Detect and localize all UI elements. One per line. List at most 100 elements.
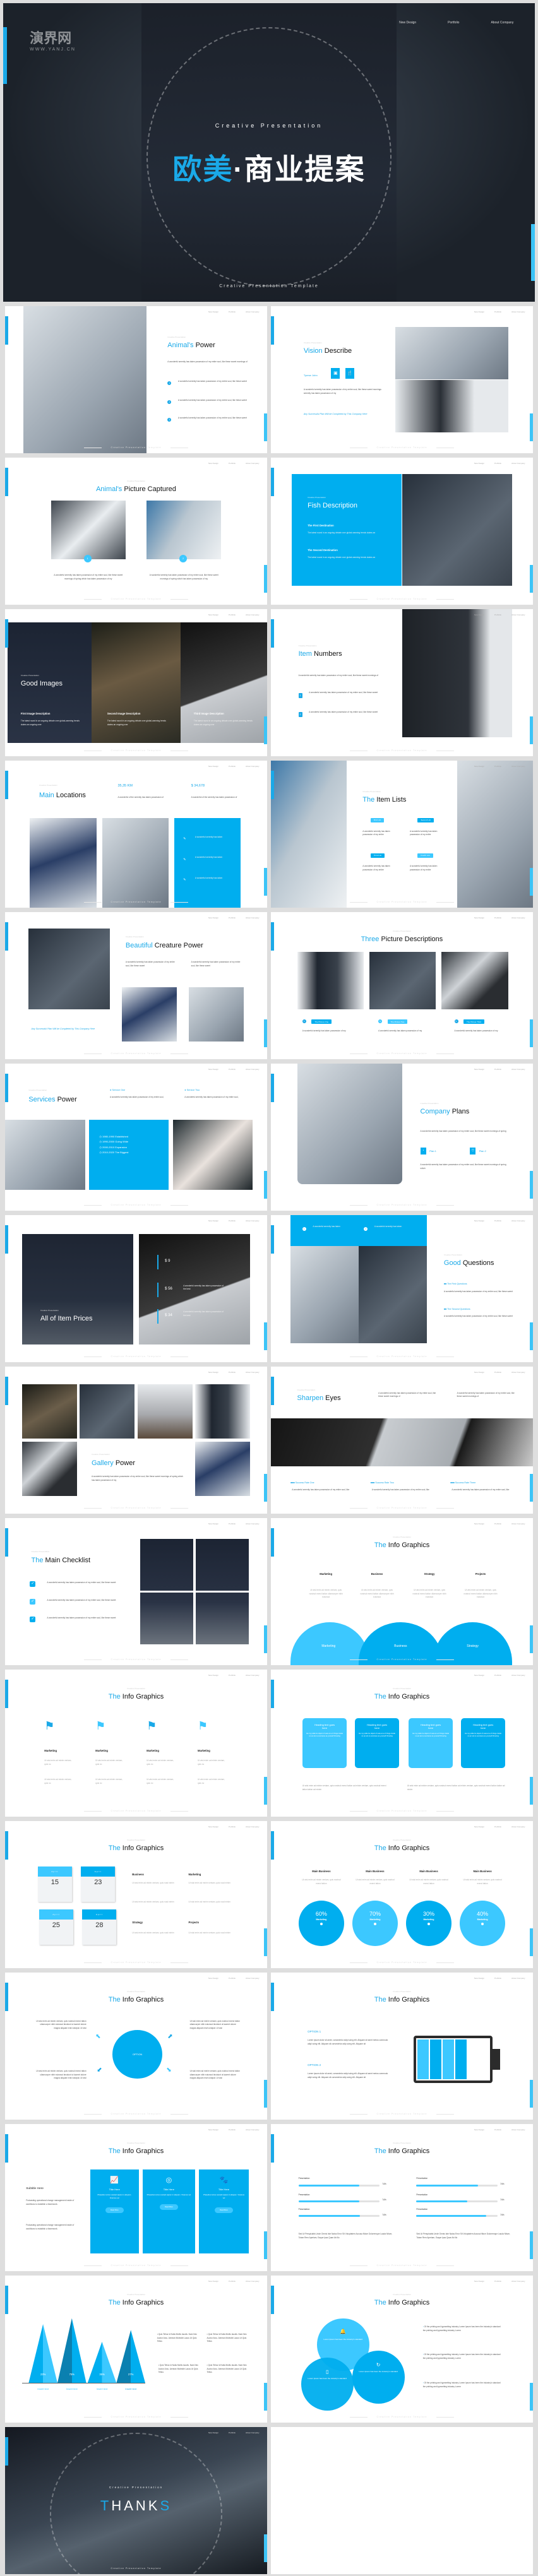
nav-portfolio[interactable]: Portfolio: [494, 1825, 501, 1828]
nav-portfolio[interactable]: Portfolio: [229, 2280, 236, 2282]
cover-slide[interactable]: 演界网 WWW.YANJ.CN New Design Portfolio About …: [3, 3, 535, 302]
slide-good-images[interactable]: Creative Presentation Good Images First …: [5, 609, 267, 756]
checkbox-checked[interactable]: ✓: [30, 1581, 36, 1588]
slide-picture-captured[interactable]: Creative Presentation Animal's Picture C…: [5, 458, 267, 605]
nav-new-design[interactable]: New Design: [208, 1977, 218, 1979]
nav-portfolio[interactable]: Portfolio: [494, 1674, 501, 1677]
nav-new-design[interactable]: New Design: [208, 765, 218, 768]
nav-new-design[interactable]: New Design: [208, 1522, 218, 1525]
slide-item-numbers[interactable]: Creative Presentation Item Numbers A won…: [271, 609, 533, 756]
nav-about-company[interactable]: About Company: [246, 2431, 260, 2434]
slide-info-option-arrows[interactable]: Creative Presentation The Info Graphics …: [5, 1973, 267, 2120]
nav-new-design[interactable]: New Design: [399, 21, 416, 25]
slide-info-calendar[interactable]: Creative Presentation The Info Graphics …: [5, 1821, 267, 1968]
read-more-button[interactable]: Read More: [159, 2204, 178, 2211]
nav-portfolio[interactable]: Portfolio: [229, 917, 236, 919]
nav-new-design[interactable]: New Design: [208, 1220, 218, 1222]
nav-new-design[interactable]: New Design: [474, 1522, 484, 1525]
nav-about-company[interactable]: About Company: [246, 1522, 260, 1525]
nav-about-company[interactable]: About Company: [246, 311, 260, 313]
nav-new-design[interactable]: New Design: [474, 765, 484, 768]
nav-new-design[interactable]: New Design: [208, 614, 218, 616]
nav-portfolio[interactable]: Portfolio: [229, 765, 236, 768]
nav-about-company[interactable]: About Company: [511, 1522, 525, 1525]
slide-services-power[interactable]: Creative Presentation Services Power ● S…: [5, 1064, 267, 1211]
nav-about-company[interactable]: About Company: [511, 1977, 525, 1979]
list-badge[interactable]: Third List: [370, 853, 385, 858]
nav-portfolio[interactable]: Portfolio: [229, 1371, 236, 1374]
nav-new-design[interactable]: New Design: [208, 1371, 218, 1374]
picture-badge[interactable]: The Picture Third: [463, 1019, 484, 1024]
nav-about-company[interactable]: About Company: [511, 1220, 525, 1222]
slide-info-arches[interactable]: Creative Presentation The Info Graphics …: [271, 1518, 533, 1665]
slide-info-triangles[interactable]: Creative Presentation The Info Graphics …: [5, 2276, 267, 2423]
checkbox-checked[interactable]: ✓: [30, 1599, 36, 1605]
picture-badge[interactable]: The Picture One: [311, 1019, 332, 1024]
nav-portfolio[interactable]: Portfolio: [448, 21, 459, 25]
nav-portfolio[interactable]: Portfolio: [494, 311, 501, 313]
nav-about-company[interactable]: About Company: [246, 1220, 260, 1222]
nav-new-design[interactable]: New Design: [474, 1068, 484, 1071]
nav-new-design[interactable]: New Design: [208, 1068, 218, 1071]
nav-about-company[interactable]: About Company: [246, 462, 260, 465]
list-badge[interactable]: Fourth List: [417, 853, 433, 858]
nav-new-design[interactable]: New Design: [474, 462, 484, 465]
slide-info-percent-circles[interactable]: Creative Presentation The Info Graphics …: [271, 1821, 533, 1968]
checkbox-checked[interactable]: ✓: [30, 1617, 36, 1623]
nav-portfolio[interactable]: Portfolio: [229, 614, 236, 616]
nav-portfolio[interactable]: Portfolio: [494, 1522, 501, 1525]
slide-vision-describe[interactable]: Creative Presentation Vision Describe Ty…: [271, 306, 533, 453]
slide-fish-description[interactable]: Creative Presentation Fish Description T…: [271, 458, 533, 605]
nav-portfolio[interactable]: Portfolio: [494, 1068, 501, 1071]
nav-new-design[interactable]: New Design: [474, 1371, 484, 1374]
nav-new-design[interactable]: New Design: [208, 1825, 218, 1828]
nav-new-design[interactable]: New Design: [474, 2128, 484, 2131]
nav-about-company[interactable]: About Company: [511, 917, 525, 919]
nav-new-design[interactable]: New Design: [474, 311, 484, 313]
nav-portfolio[interactable]: Portfolio: [494, 1220, 501, 1222]
nav-new-design[interactable]: New Design: [474, 1220, 484, 1222]
nav-about-company[interactable]: About Company: [246, 1371, 260, 1374]
slide-info-cards[interactable]: Creative Presentation The Info Graphics …: [271, 1670, 533, 1817]
nav-about-company[interactable]: About Company: [491, 21, 513, 25]
read-more-button[interactable]: Read More: [215, 2207, 233, 2214]
nav-about-company[interactable]: About Company: [246, 2280, 260, 2282]
option-circle[interactable]: OPTION: [112, 2029, 162, 2079]
nav-about-company[interactable]: About Company: [246, 1825, 260, 1828]
nav-portfolio[interactable]: Portfolio: [229, 1977, 236, 1979]
nav-about-company[interactable]: About Company: [511, 311, 525, 313]
slide-item-lists[interactable]: Creative Presentation The Item Lists Fir…: [271, 761, 533, 908]
nav-about-company[interactable]: About Company: [246, 1068, 260, 1071]
nav-portfolio[interactable]: Portfolio: [494, 2128, 501, 2131]
nav-portfolio[interactable]: Portfolio: [494, 1371, 501, 1374]
nav-portfolio[interactable]: Portfolio: [229, 1220, 236, 1222]
nav-new-design[interactable]: New Design: [474, 1825, 484, 1828]
slide-info-flags[interactable]: Creative Presentation The Info Graphics …: [5, 1670, 267, 1817]
slide-main-checklist[interactable]: Creative Presentation The Main Checklist…: [5, 1518, 267, 1665]
slide-info-battery[interactable]: Creative Presentation The Info Graphics …: [271, 1973, 533, 2120]
nav-about-company[interactable]: About Company: [511, 1371, 525, 1374]
nav-about-company[interactable]: About Company: [246, 1977, 260, 1979]
list-badge[interactable]: First List: [370, 817, 385, 822]
nav-new-design[interactable]: New Design: [474, 1674, 484, 1677]
slide-good-questions[interactable]: 1 A wonderful serenity has taken 2 A won…: [271, 1215, 533, 1362]
nav-portfolio[interactable]: Portfolio: [229, 311, 236, 313]
slide-item-prices[interactable]: Creative Presentation All of Item Prices…: [5, 1215, 267, 1362]
nav-portfolio[interactable]: Portfolio: [229, 462, 236, 465]
nav-new-design[interactable]: New Design: [474, 1977, 484, 1979]
nav-new-design[interactable]: New Design: [208, 2431, 218, 2434]
read-more-button[interactable]: Read More: [105, 2207, 124, 2214]
nav-portfolio[interactable]: Portfolio: [229, 2431, 236, 2434]
nav-about-company[interactable]: About Company: [246, 917, 260, 919]
nav-portfolio[interactable]: Portfolio: [229, 1522, 236, 1525]
nav-about-company[interactable]: About Company: [511, 2280, 525, 2282]
nav-portfolio[interactable]: Portfolio: [494, 1977, 501, 1979]
nav-portfolio[interactable]: Portfolio: [494, 917, 501, 919]
nav-about-company[interactable]: About Company: [511, 1674, 525, 1677]
nav-new-design[interactable]: New Design: [474, 614, 484, 616]
slide-main-locations[interactable]: Creative Presentation Main Locations 35,…: [5, 761, 267, 908]
nav-about-company[interactable]: About Company: [246, 1674, 260, 1677]
slide-beautiful-creature-power[interactable]: Creative Presentation Beautiful Creature…: [5, 912, 267, 1059]
nav-about-company[interactable]: About Company: [511, 1068, 525, 1071]
nav-portfolio[interactable]: Portfolio: [494, 765, 501, 768]
